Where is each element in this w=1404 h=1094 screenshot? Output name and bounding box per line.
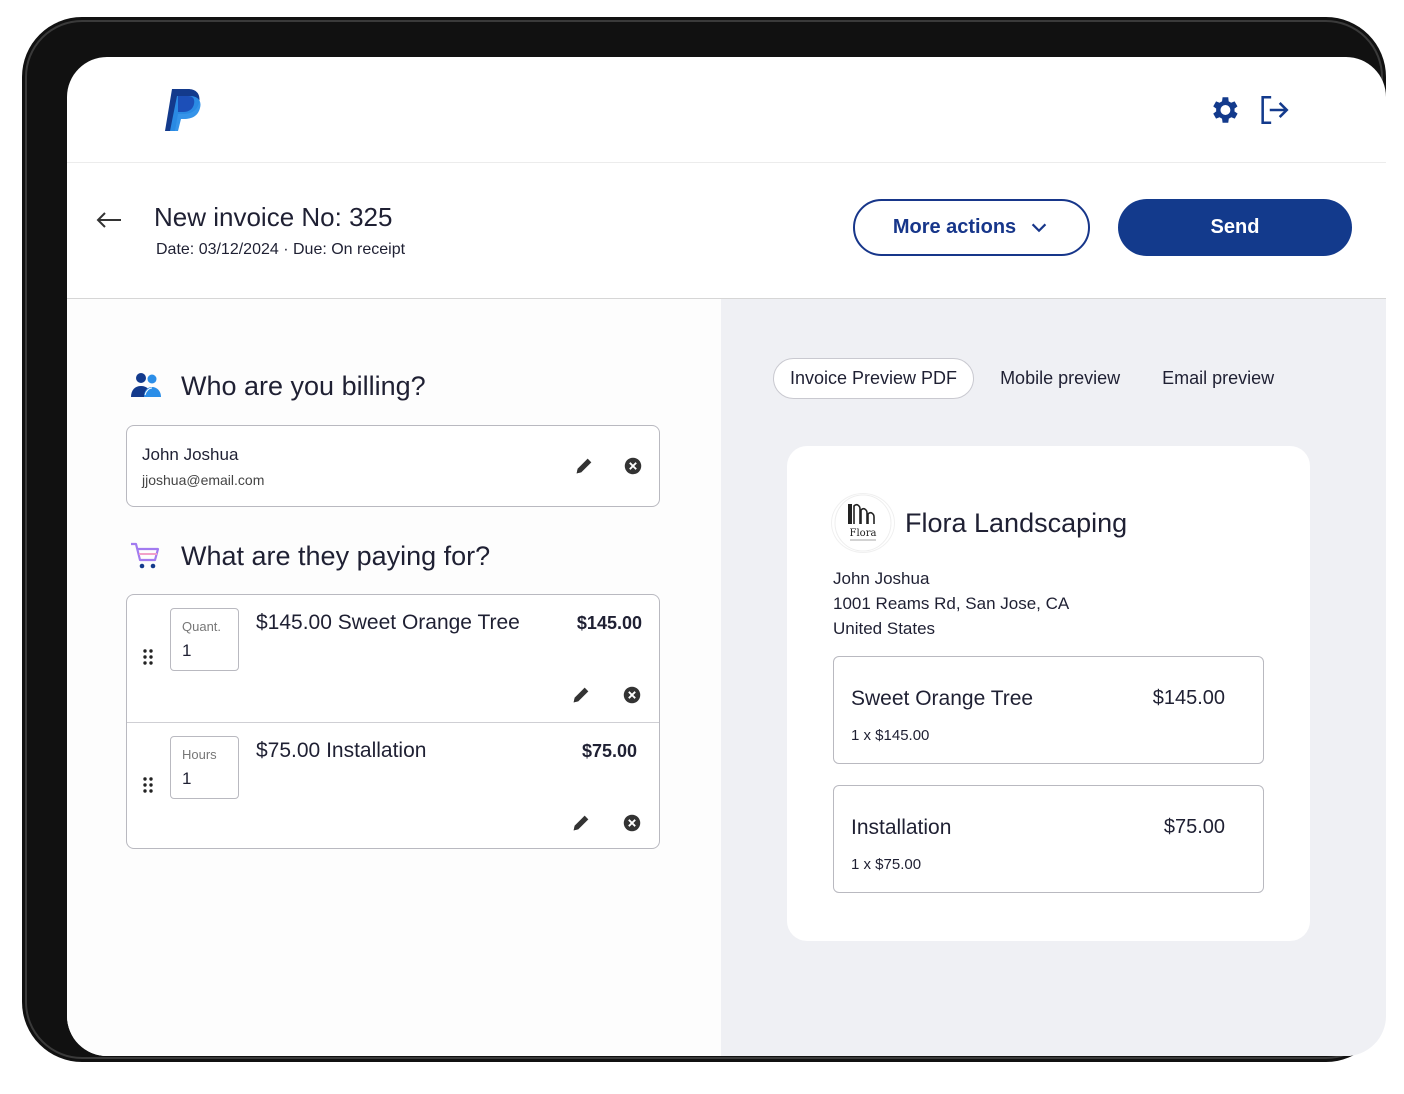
app-screen: New invoice No: 325 Date: 03/12/2024 · D…: [67, 57, 1386, 1056]
preview-panel: Invoice Preview PDF Mobile preview Email…: [721, 299, 1386, 1056]
invoice-preview-card: Flora Flora Landscaping John Joshua 1001…: [787, 446, 1310, 941]
line-item[interactable]: Hours 1 $75.00 Installation $75.00: [127, 722, 659, 849]
quantity-field[interactable]: Quant. 1: [170, 608, 239, 671]
tab-invoice-preview-pdf[interactable]: Invoice Preview PDF: [773, 358, 975, 399]
arrow-left-icon[interactable]: [93, 204, 125, 236]
tab-email-preview[interactable]: Email preview: [1146, 359, 1290, 398]
cart-icon: [131, 542, 160, 569]
paying-heading: What are they paying for?: [181, 540, 491, 571]
preview-item-amount: $145.00: [1152, 687, 1225, 709]
paying-section-heading: What are they paying for?: [129, 539, 490, 573]
item-description: $145.00 Sweet Orange Tree: [256, 611, 520, 634]
hours-value: 1: [182, 769, 192, 788]
address-line: 1001 Reams Rd, San Jose, CA: [833, 594, 1070, 613]
chevron-down-icon: [1031, 223, 1047, 232]
line-items-card: Quant. 1 $145.00 Sweet Orange Tree $145.…: [126, 594, 660, 849]
pencil-icon[interactable]: [570, 684, 592, 706]
invoice-form: Who are you billing? John Joshua jjoshua…: [67, 299, 721, 1056]
drag-handle-icon[interactable]: [141, 775, 155, 795]
billing-address: John Joshua 1001 Reams Rd, San Jose, CA …: [833, 566, 1069, 641]
page-title: New invoice No: 325: [154, 202, 393, 232]
client-card[interactable]: John Joshua jjoshua@email.com: [126, 425, 660, 507]
send-button[interactable]: Send: [1118, 199, 1352, 256]
close-circle-icon[interactable]: [621, 684, 643, 706]
billing-section-heading: Who are you billing?: [129, 369, 426, 403]
paypal-logo: [165, 89, 201, 131]
preview-tabs: Invoice Preview PDF Mobile preview Email…: [773, 358, 1290, 399]
pencil-icon[interactable]: [573, 455, 595, 477]
item-amount: $75.00: [581, 741, 637, 761]
gear-icon[interactable]: [1207, 93, 1241, 127]
top-bar: [67, 57, 1386, 163]
hours-field[interactable]: Hours 1: [170, 736, 239, 799]
logout-icon[interactable]: [1257, 93, 1291, 127]
svg-text:Flora: Flora: [850, 528, 877, 539]
people-icon: [131, 373, 161, 397]
preview-item-amount: $75.00: [1163, 816, 1225, 838]
address-line: United States: [833, 619, 936, 638]
preview-item-name: Installation: [851, 816, 952, 839]
preview-line-item: Installation $75.00 1 x $75.00: [833, 785, 1264, 893]
billing-heading: Who are you billing?: [181, 370, 426, 401]
pencil-icon[interactable]: [570, 812, 592, 834]
tablet-frame: New invoice No: 325 Date: 03/12/2024 · D…: [22, 17, 1386, 1062]
close-circle-icon[interactable]: [622, 455, 644, 477]
quantity-value: 1: [182, 641, 192, 660]
preview-item-detail: 1 x $75.00: [851, 856, 922, 873]
flora-logo: Flora: [832, 494, 894, 552]
address-line: John Joshua: [833, 569, 930, 588]
quantity-label: Quant.: [182, 619, 222, 634]
more-actions-button[interactable]: More actions: [853, 199, 1090, 256]
item-description: $75.00 Installation: [256, 739, 427, 762]
close-circle-icon[interactable]: [621, 812, 643, 834]
preview-item-name: Sweet Orange Tree: [851, 687, 1034, 710]
invoice-dates: Date: 03/12/2024 · Due: On receipt: [156, 241, 406, 258]
hours-label: Hours: [182, 747, 217, 762]
line-item[interactable]: Quant. 1 $145.00 Sweet Orange Tree $145.…: [127, 595, 659, 722]
more-actions-label: More actions: [892, 216, 1017, 238]
client-name: John Joshua: [142, 445, 239, 464]
invoice-header: New invoice No: 325 Date: 03/12/2024 · D…: [67, 164, 1386, 299]
preview-item-detail: 1 x $145.00: [851, 727, 930, 744]
client-email: jjoshua@email.com: [142, 472, 265, 488]
preview-line-item: Sweet Orange Tree $145.00 1 x $145.00: [833, 656, 1264, 764]
item-amount: $145.00: [576, 613, 642, 633]
drag-handle-icon[interactable]: [141, 647, 155, 667]
business-name: Flora Landscaping: [905, 508, 1128, 538]
tab-mobile-preview[interactable]: Mobile preview: [984, 359, 1136, 398]
